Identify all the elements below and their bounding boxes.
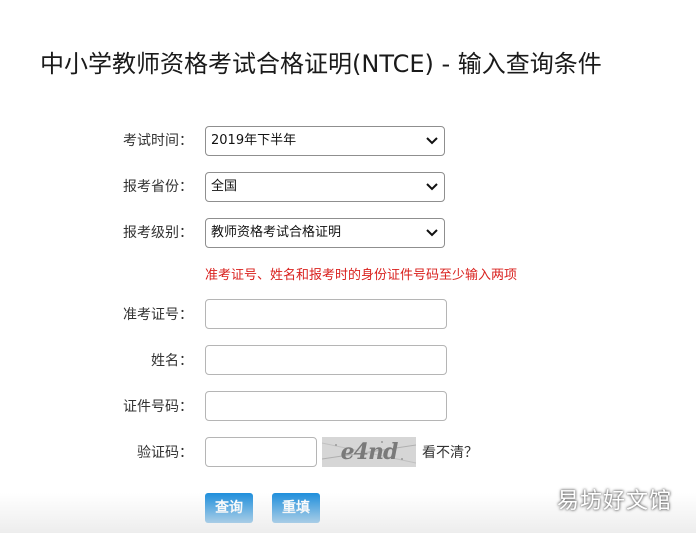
watermark: 易坊好文馆 bbox=[556, 489, 672, 514]
chevron-down-icon bbox=[426, 183, 438, 191]
province-row: 报考省份： 全国 bbox=[0, 171, 696, 203]
exam-time-select[interactable]: 2019年下半年 bbox=[205, 126, 445, 156]
id-no-label: 证件号码： bbox=[123, 399, 193, 415]
exam-time-row: 考试时间： 2019年下半年 bbox=[0, 125, 696, 157]
ticket-no-input[interactable] bbox=[205, 299, 447, 329]
name-row: 姓名： bbox=[0, 345, 696, 377]
captcha-label: 验证码： bbox=[137, 445, 193, 461]
input-requirement-notice: 准考证号、姓名和报考时的身份证件号码至少输入两项 bbox=[205, 268, 518, 283]
exam-time-label: 考试时间： bbox=[123, 133, 193, 149]
captcha-refresh-link[interactable]: 看不清？ bbox=[422, 437, 478, 469]
province-value: 全国 bbox=[211, 179, 238, 194]
level-row: 报考级别： 教师资格考试合格证明 bbox=[0, 217, 696, 249]
id-no-input[interactable] bbox=[205, 391, 447, 421]
level-select[interactable]: 教师资格考试合格证明 bbox=[205, 218, 445, 248]
id-no-row: 证件号码： bbox=[0, 391, 696, 423]
exam-time-value: 2019年下半年 bbox=[211, 133, 297, 148]
captcha-image-text: e4nd bbox=[340, 439, 399, 465]
chevron-down-icon bbox=[426, 137, 438, 145]
name-label: 姓名： bbox=[151, 353, 193, 369]
level-label: 报考级别： bbox=[123, 225, 193, 241]
page-title: 中小学教师资格考试合格证明(NTCE) - 输入查询条件 bbox=[40, 50, 602, 78]
level-value: 教师资格考试合格证明 bbox=[211, 225, 342, 240]
name-input[interactable] bbox=[205, 345, 447, 375]
captcha-input[interactable] bbox=[205, 437, 317, 467]
ticket-no-row: 准考证号： bbox=[0, 299, 696, 331]
province-select[interactable]: 全国 bbox=[205, 172, 445, 202]
captcha-image[interactable]: e4nd bbox=[322, 437, 416, 467]
ticket-no-label: 准考证号： bbox=[123, 307, 193, 323]
province-label: 报考省份： bbox=[123, 179, 193, 195]
captcha-row: 验证码： e4nd 看不清？ bbox=[0, 437, 696, 469]
chevron-down-icon bbox=[426, 229, 438, 237]
